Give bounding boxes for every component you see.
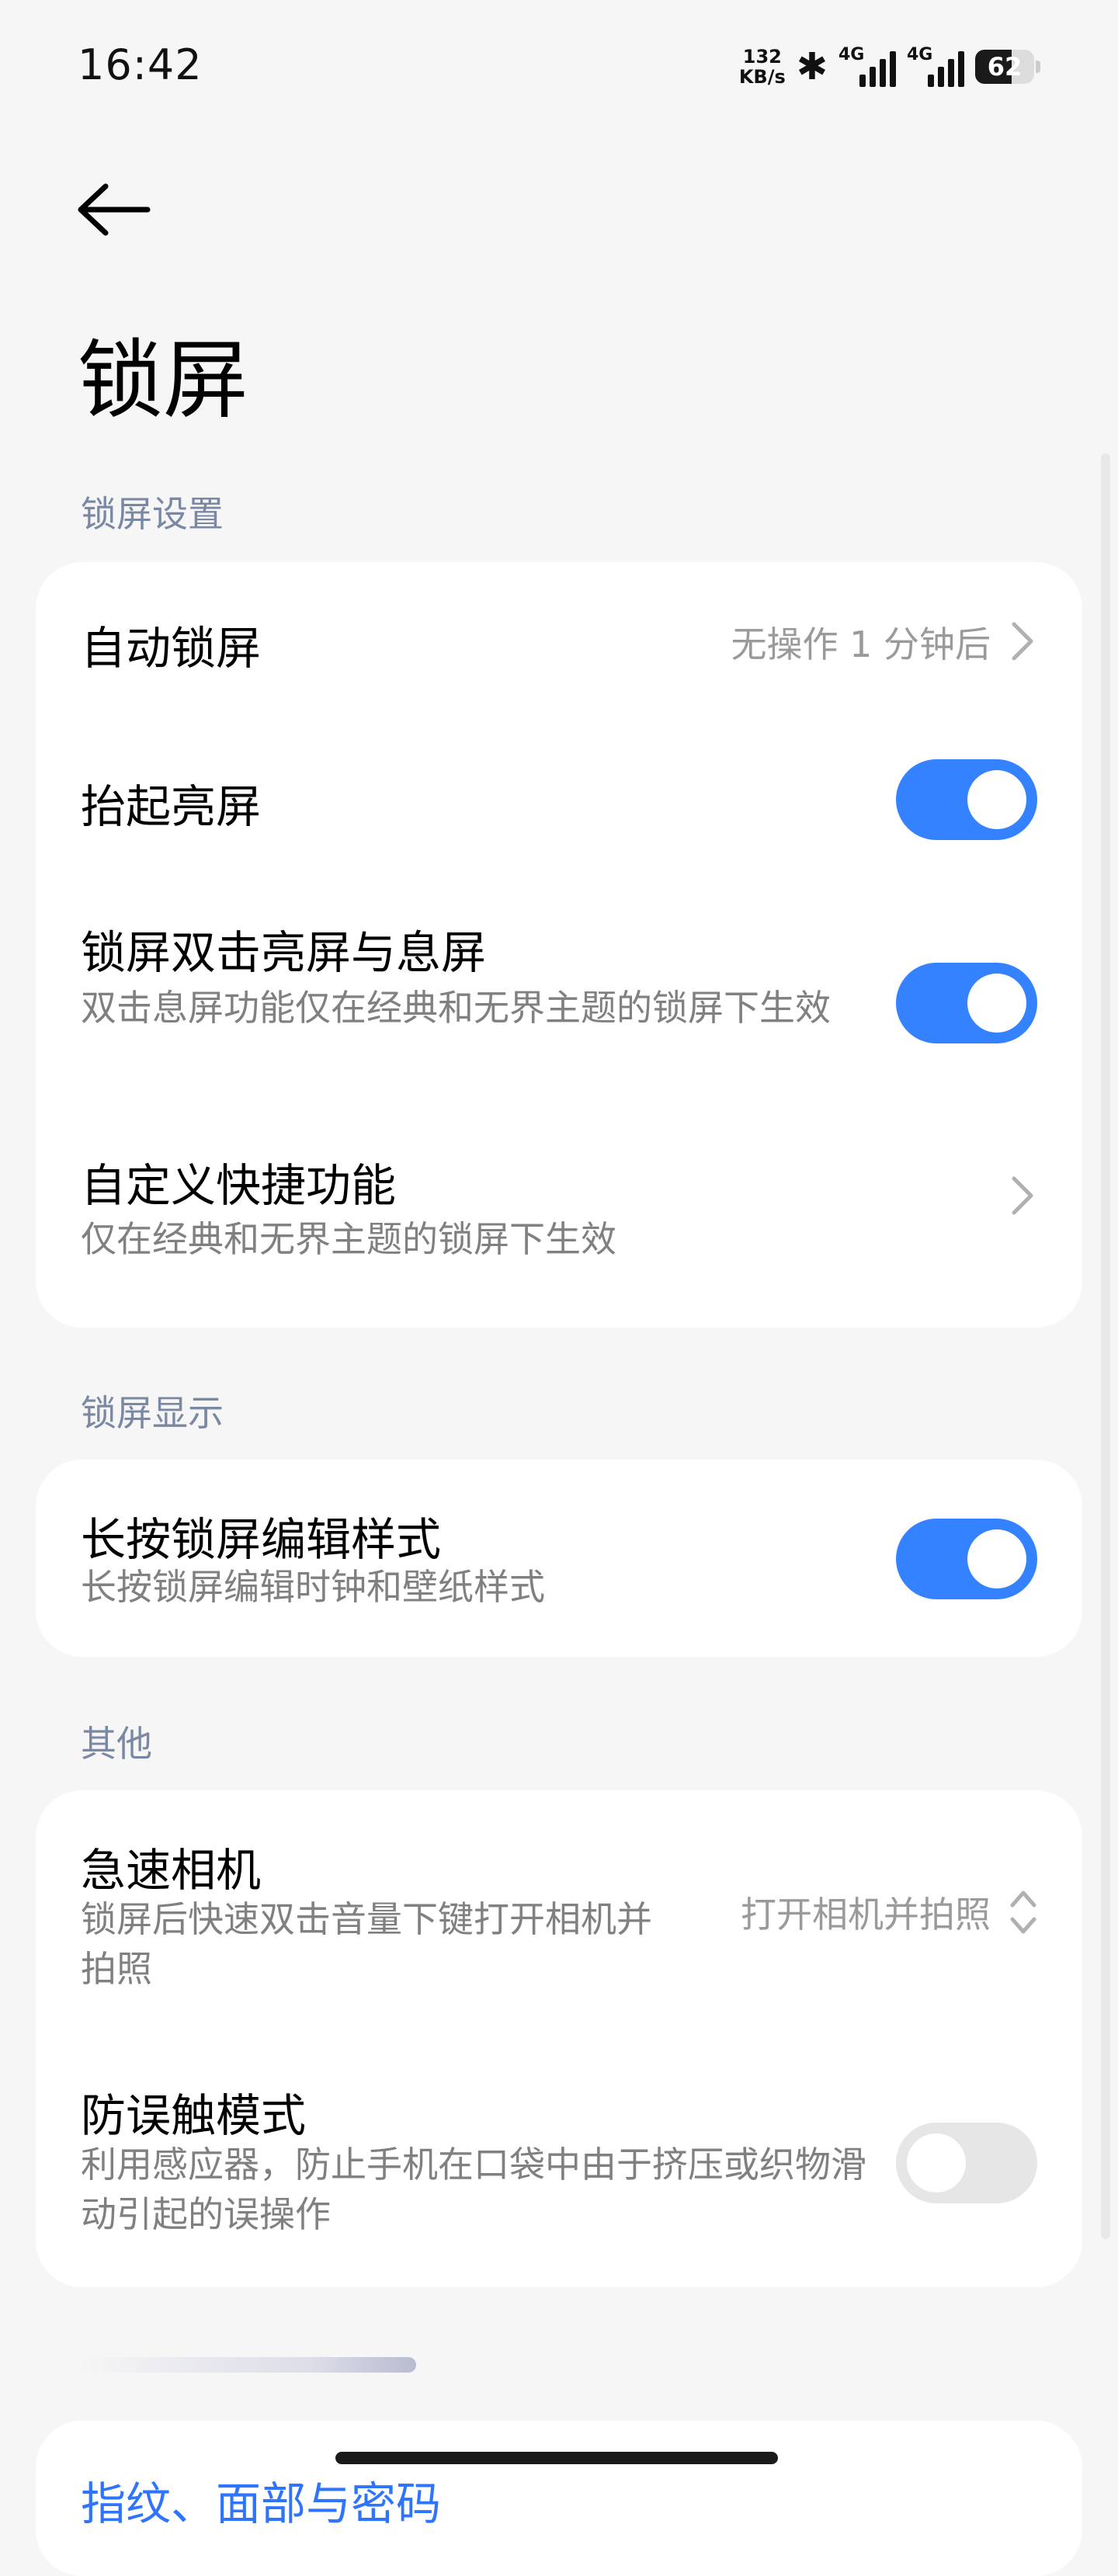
back-arrow-icon[interactable] <box>70 171 155 256</box>
signal-icon: 4G <box>907 45 964 89</box>
quick-camera-subtitle: 锁屏后快速双击音量下键打开相机并拍照 <box>81 1898 652 1990</box>
auto-lock-title: 自动锁屏 <box>81 622 262 675</box>
auto-lock-value: 无操作 1 分钟后 <box>731 623 991 665</box>
network-speed: 132 KB/s <box>739 47 786 87</box>
battery-icon: 62 <box>975 50 1040 84</box>
battery-level: 62 <box>987 52 1023 82</box>
section-label-other: 其他 <box>81 1723 152 1765</box>
lock-settings-card: 自动锁屏 无操作 1 分钟后 抬起亮屏 锁屏双击亮屏与息屏 双击息屏功能仅在经典… <box>36 562 1082 1328</box>
home-indicator[interactable] <box>335 2452 778 2464</box>
signal-icon: 4G <box>838 45 896 89</box>
double-tap-title: 锁屏双击亮屏与息屏 <box>81 926 487 979</box>
section-label-lock-settings: 锁屏设置 <box>81 493 224 535</box>
auto-lock-row[interactable]: 自动锁屏 无操作 1 分钟后 <box>36 562 1082 717</box>
double-tap-toggle[interactable] <box>896 963 1037 1043</box>
long-press-edit-title: 长按锁屏编辑样式 <box>81 1513 442 1566</box>
anti-mistouch-subtitle: 利用感应器，防止手机在口袋中由于挤压或织物滑动引起的误操作 <box>81 2144 866 2235</box>
double-tap-subtitle: 双击息屏功能仅在经典和无界主题的锁屏下生效 <box>81 987 831 1029</box>
bluetooth-icon: ✱ <box>796 45 828 89</box>
raise-to-wake-title: 抬起亮屏 <box>81 780 262 833</box>
quick-camera-title: 急速相机 <box>81 1844 262 1897</box>
quick-camera-value: 打开相机并拍照 <box>741 1894 991 1935</box>
long-press-edit-subtitle: 长按锁屏编辑时钟和壁纸样式 <box>81 1566 545 1608</box>
other-card: 急速相机 锁屏后快速双击音量下键打开相机并拍照 打开相机并拍照 防误触模式 利用… <box>36 1790 1082 2287</box>
long-press-edit-row: 长按锁屏编辑样式 长按锁屏编辑时钟和壁纸样式 <box>36 1460 1082 1657</box>
security-card[interactable]: 指纹、面部与密码 <box>36 2421 1082 2576</box>
custom-shortcut-title: 自定义快捷功能 <box>81 1159 397 1212</box>
long-press-edit-toggle[interactable] <box>896 1519 1037 1599</box>
quick-camera-row[interactable]: 急速相机 锁屏后快速双击音量下键打开相机并拍照 打开相机并拍照 <box>36 1790 1082 2039</box>
custom-shortcut-row[interactable]: 自定义快捷功能 仅在经典和无界主题的锁屏下生效 <box>36 1098 1082 1328</box>
section-label-lock-display: 锁屏显示 <box>81 1392 224 1434</box>
page-title: 锁屏 <box>78 331 248 430</box>
chevron-up-down-icon <box>1010 1890 1036 1934</box>
status-icons: 132 KB/s ✱ 4G 4G 62 <box>739 42 1040 92</box>
anti-mistouch-title: 防误触模式 <box>81 2089 307 2142</box>
chevron-right-icon <box>1012 622 1033 661</box>
custom-shortcut-subtitle: 仅在经典和无界主题的锁屏下生效 <box>81 1218 616 1260</box>
anti-mistouch-toggle[interactable] <box>896 2123 1037 2203</box>
raise-to-wake-row: 抬起亮屏 <box>36 717 1082 873</box>
fingerprint-face-password-link[interactable]: 指纹、面部与密码 <box>81 2467 441 2533</box>
anti-mistouch-row: 防误触模式 利用感应器，防止手机在口袋中由于挤压或织物滑动引起的误操作 <box>36 2039 1082 2287</box>
chevron-right-icon <box>1012 1176 1033 1215</box>
status-time: 16:42 <box>78 40 203 89</box>
lock-display-card: 长按锁屏编辑样式 长按锁屏编辑时钟和壁纸样式 <box>36 1460 1082 1657</box>
divider <box>78 2357 416 2373</box>
network-speed-value: 132 <box>742 46 782 68</box>
scrollbar[interactable] <box>1101 453 1110 2239</box>
double-tap-row: 锁屏双击亮屏与息屏 双击息屏功能仅在经典和无界主题的锁屏下生效 <box>36 873 1082 1098</box>
raise-to-wake-toggle[interactable] <box>896 759 1037 840</box>
network-speed-unit: KB/s <box>738 66 786 88</box>
